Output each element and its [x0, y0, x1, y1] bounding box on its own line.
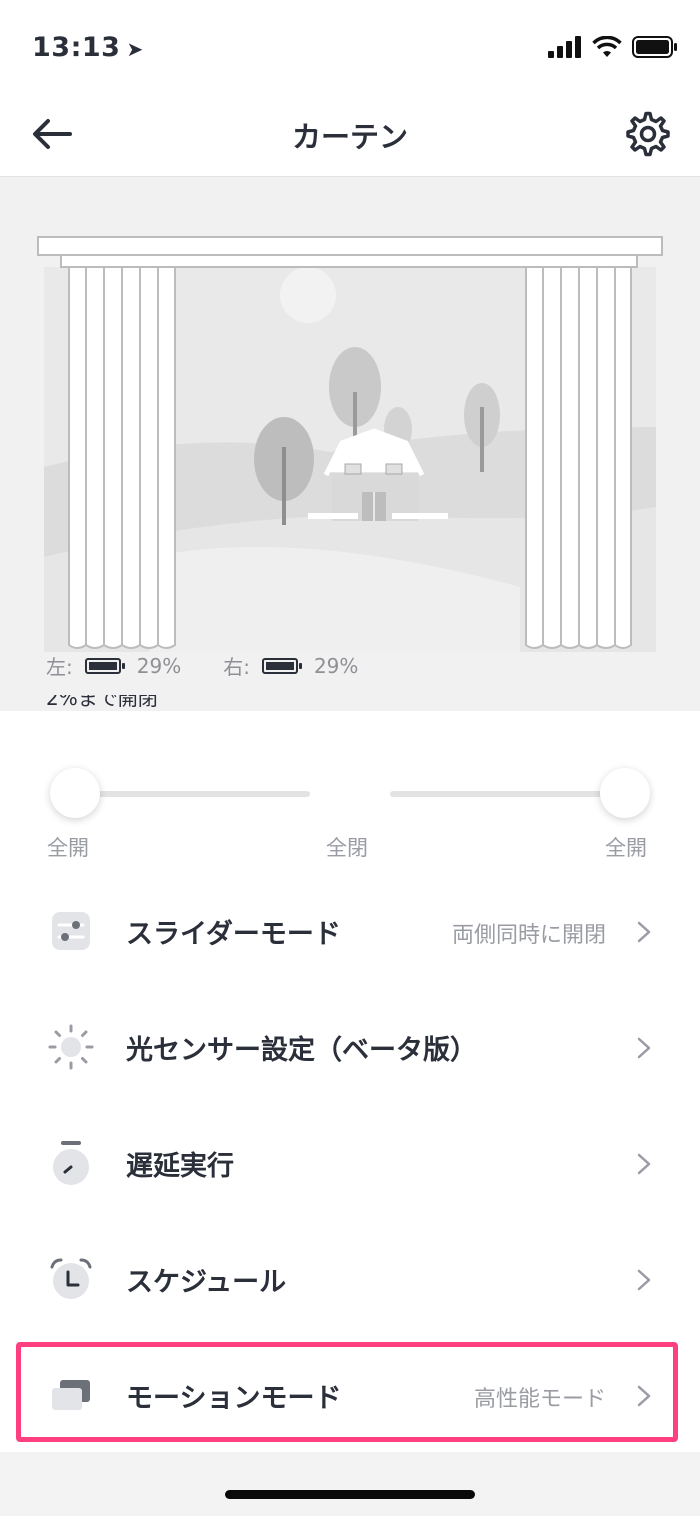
settings-row-slider-mode[interactable]: スライダーモード 両側同時に開閉	[0, 872, 700, 988]
slider-mode-icon	[52, 912, 90, 950]
status-bar: 13:13 ➤	[0, 0, 700, 92]
battery-icon	[632, 36, 677, 58]
battery-left-label: 左:	[46, 655, 73, 679]
slider-right-knob[interactable]	[600, 768, 650, 818]
settings-row-label: スケジュール	[126, 1267, 287, 1298]
slider-track-left[interactable]	[72, 791, 310, 797]
settings-row-label: スライダーモード	[126, 919, 341, 950]
slider-label-center: 全閉	[326, 836, 368, 860]
page-title: カーテン	[291, 120, 408, 154]
chevron-right-icon	[637, 921, 651, 943]
wifi-icon	[592, 36, 622, 57]
slider-track-right[interactable]	[390, 791, 628, 797]
battery-right-icon	[261, 657, 302, 674]
slider-labels: 全開 全閉 全開	[0, 832, 700, 862]
battery-left-icon	[84, 657, 125, 674]
home-indicator-area	[0, 1452, 700, 1516]
location-arrow-icon: ➤	[126, 37, 144, 61]
chevron-right-icon	[637, 1037, 651, 1059]
curtain-position-slider[interactable]	[46, 765, 654, 825]
slider-label-right: 全開	[605, 836, 647, 860]
settings-row-schedule[interactable]: スケジュール	[0, 1220, 700, 1336]
battery-right-percent: 29%	[313, 653, 359, 678]
battery-right-label: 右:	[223, 655, 250, 679]
home-indicator[interactable]	[225, 1490, 475, 1499]
sun-icon	[48, 1024, 94, 1070]
nav-bar: カーテン	[0, 92, 700, 177]
cellular-signal-icon	[548, 36, 581, 58]
alarm-clock-icon	[50, 1258, 92, 1299]
settings-row-label: 光センサー設定（ベータ版）	[126, 1035, 477, 1066]
settings-row-value: 両側同時に開閉	[451, 923, 606, 948]
battery-left-percent: 29%	[136, 653, 182, 678]
open-percent-label: 2%まで開閉	[46, 695, 158, 710]
status-time: 13:13 ➤	[32, 32, 144, 63]
highlight-box	[16, 1342, 678, 1442]
settings-row-label: 遅延実行	[126, 1151, 234, 1182]
gear-icon[interactable]	[624, 110, 672, 158]
slider-label-left: 全開	[47, 836, 89, 860]
timer-icon	[53, 1141, 89, 1185]
curtain-scene-graphic	[37, 236, 663, 652]
curtain-illustration: 左: 29% 右: 29%	[0, 177, 700, 711]
chevron-right-icon	[637, 1153, 651, 1175]
slider-left-knob[interactable]	[50, 768, 100, 818]
battery-status-row: 左: 29% 右: 29%	[46, 651, 400, 680]
settings-row-delay[interactable]: 遅延実行	[0, 1104, 700, 1220]
settings-row-light-sensor[interactable]: 光センサー設定（ベータ版）	[0, 988, 700, 1104]
chevron-right-icon	[637, 1269, 651, 1291]
